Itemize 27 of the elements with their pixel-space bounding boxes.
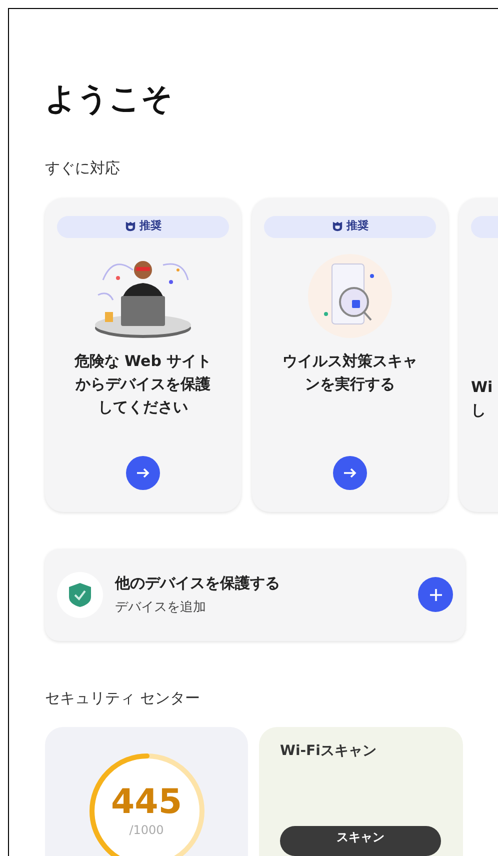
- shield-icon: [332, 221, 342, 232]
- arrow-button[interactable]: [126, 456, 160, 490]
- action-card[interactable]: 推奨 危険な Web サイトからデバイスを保護してください: [45, 198, 241, 512]
- shield-check-icon: [68, 582, 92, 608]
- badge-label: 推奨: [346, 218, 368, 234]
- card-title: ウイルス対策スキャンを実行する: [282, 350, 418, 394]
- plus-icon: [428, 586, 444, 602]
- shield-icon: [124, 221, 136, 232]
- device-card[interactable]: 他のデバイスを保護する デバイスを追加: [45, 548, 465, 640]
- arrow-button[interactable]: [333, 456, 367, 490]
- action-card[interactable]: Wi し: [459, 198, 498, 512]
- card-title: 危険な Web サイトからデバイスを保護してください: [74, 350, 212, 418]
- score-value: 445: [111, 783, 182, 821]
- section-heading: セキュリティ センター: [45, 688, 201, 708]
- device-card-subtitle: デバイスを追加: [115, 599, 207, 617]
- card-title-fragment: し: [471, 400, 487, 420]
- wifi-card[interactable]: Wi-Fiスキャン スキャン: [259, 727, 463, 856]
- score-max: /1000: [129, 822, 164, 839]
- add-button[interactable]: [418, 577, 453, 612]
- action-card[interactable]: 推奨 ウイルス対策スキャンを実行する: [252, 198, 448, 512]
- card-title-fragment: Wi: [471, 376, 494, 398]
- wifi-card-title: Wi-Fiスキャン: [280, 742, 378, 761]
- scan-button[interactable]: スキャン: [280, 826, 441, 856]
- device-card-title: 他のデバイスを保護する: [115, 572, 280, 594]
- page-title: ようこそ: [45, 80, 174, 119]
- badge-label: 推奨: [140, 218, 162, 234]
- section-heading: すぐに対応: [45, 158, 121, 179]
